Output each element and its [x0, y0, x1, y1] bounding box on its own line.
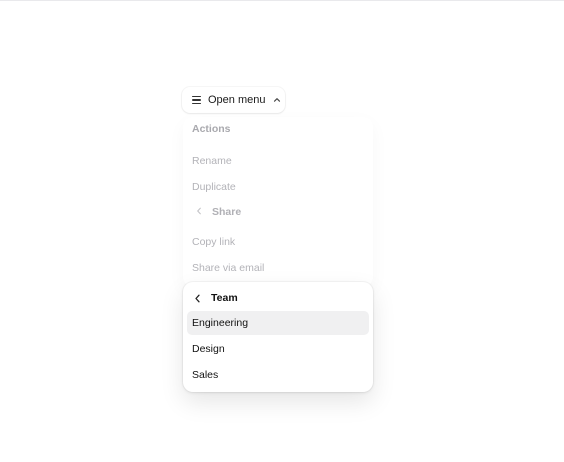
menu-item-copy-link[interactable]: Copy link: [192, 236, 235, 248]
menu-item-rename[interactable]: Rename: [192, 155, 232, 167]
page-frame: Open menu Actions Rename Duplicate Share…: [0, 0, 564, 462]
menu-group-label: Actions: [192, 123, 231, 135]
chevron-up-icon: [273, 96, 281, 104]
open-menu-label: Open menu: [208, 94, 266, 106]
chevron-left-icon: [196, 206, 202, 218]
menu-item-design[interactable]: Design: [187, 337, 369, 361]
menu-icon: [192, 96, 201, 104]
team-submenu-back[interactable]: Team: [192, 288, 238, 308]
menu-item-duplicate[interactable]: Duplicate: [192, 181, 236, 193]
open-menu-button[interactable]: Open menu: [182, 87, 285, 113]
menu-item-share-via-email[interactable]: Share via email: [192, 262, 264, 274]
chevron-left-icon: [192, 293, 202, 303]
menu-item-engineering[interactable]: Engineering: [187, 311, 369, 335]
share-submenu-header[interactable]: Share: [192, 206, 241, 218]
share-submenu-label: Share: [212, 206, 242, 218]
team-submenu-title: Team: [211, 292, 238, 304]
team-submenu: Team Engineering Design Sales: [183, 282, 373, 392]
menu-item-sales[interactable]: Sales: [187, 363, 369, 387]
